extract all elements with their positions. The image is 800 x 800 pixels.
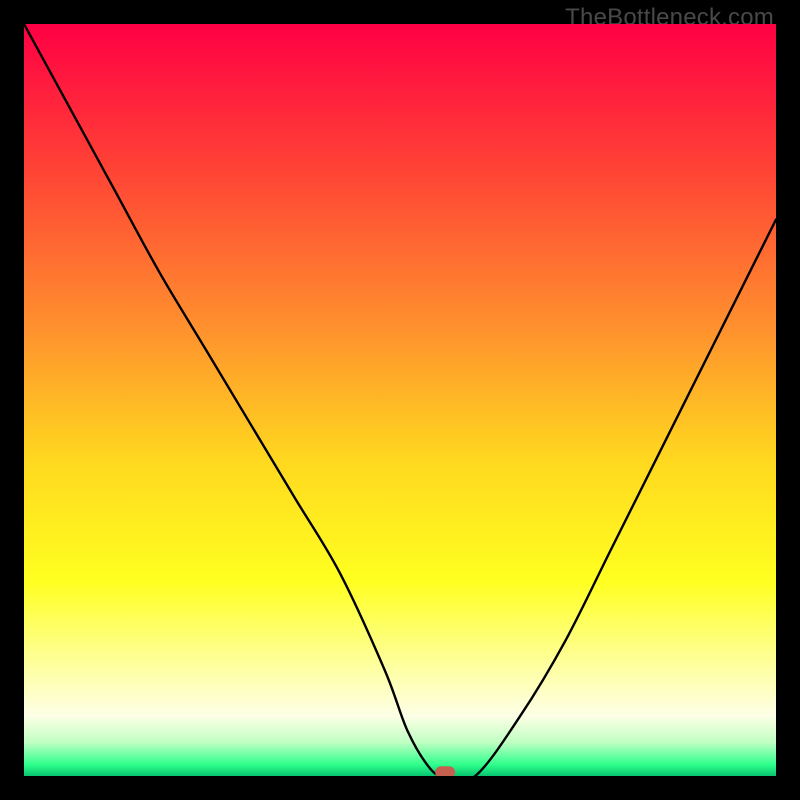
chart-frame: TheBottleneck.com (0, 0, 800, 800)
chart-background (24, 24, 776, 776)
chart-plot-area (24, 24, 776, 776)
chart-marker (435, 766, 455, 776)
chart-svg (24, 24, 776, 776)
